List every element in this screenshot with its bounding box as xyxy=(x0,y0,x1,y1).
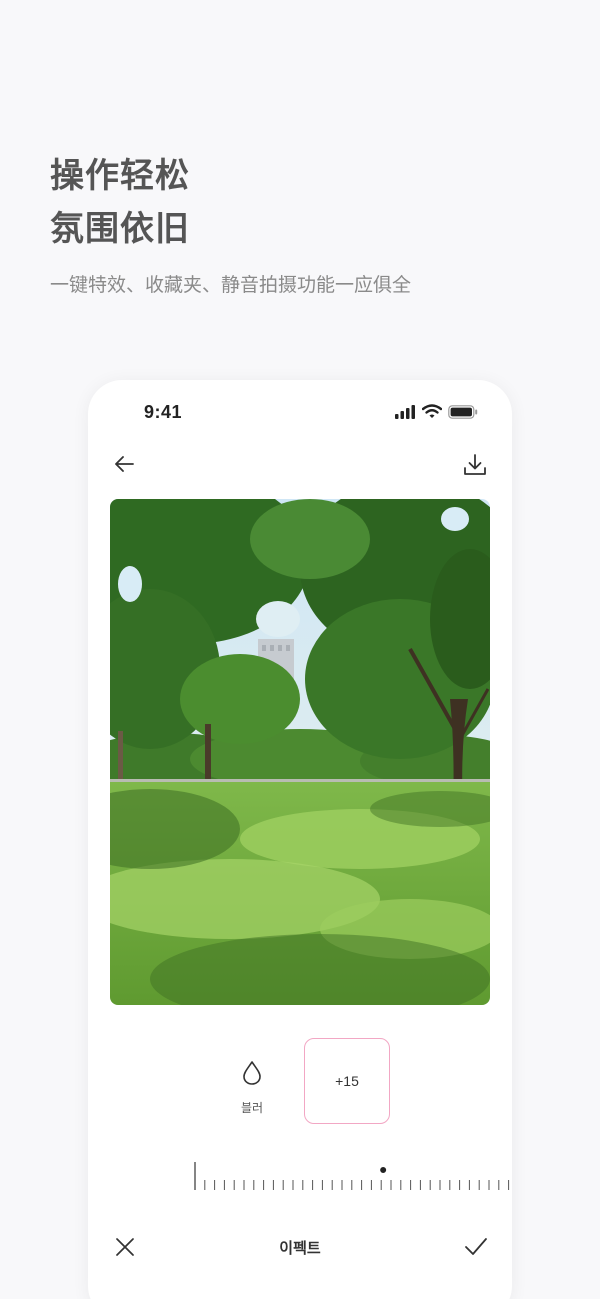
status-time: 9:41 xyxy=(144,402,183,422)
wifi-icon xyxy=(422,404,442,418)
promo-headline: 操作轻松 氛围依旧 xyxy=(50,150,190,256)
back-arrow-icon[interactable] xyxy=(112,452,136,476)
intensity-slider[interactable] xyxy=(194,1158,512,1192)
status-icons xyxy=(394,404,478,419)
battery-icon xyxy=(448,404,478,419)
park-photo-illustration xyxy=(110,499,490,1005)
effect-value-box[interactable]: +15 xyxy=(304,1038,390,1124)
check-icon[interactable] xyxy=(464,1236,488,1258)
promo-subline: 一键特效、收藏夹、静音拍摄功能一应俱全 xyxy=(50,274,412,296)
headline-line-1: 操作轻松 xyxy=(50,156,190,196)
edited-photo xyxy=(110,499,490,1005)
download-icon[interactable] xyxy=(462,452,488,478)
slider-thumb[interactable] xyxy=(380,1167,387,1173)
droplet-icon xyxy=(243,1061,261,1085)
signal-icon xyxy=(395,404,415,419)
effect-label: 블러 xyxy=(240,1101,264,1115)
headline-line-2: 氛围依旧 xyxy=(50,209,190,249)
promo-page: 操作轻松 氛围依旧 一键特效、收藏夹、静音拍摄功能一应俱全 9:41 블러 +1… xyxy=(0,0,600,1299)
effect-title: 이펙트 xyxy=(279,1240,321,1257)
effect-blur-option[interactable]: 블러 xyxy=(238,1060,266,1116)
effect-value: +15 xyxy=(335,1073,359,1089)
phone-mockup: 9:41 블러 +15 이펙트 xyxy=(88,380,512,1299)
